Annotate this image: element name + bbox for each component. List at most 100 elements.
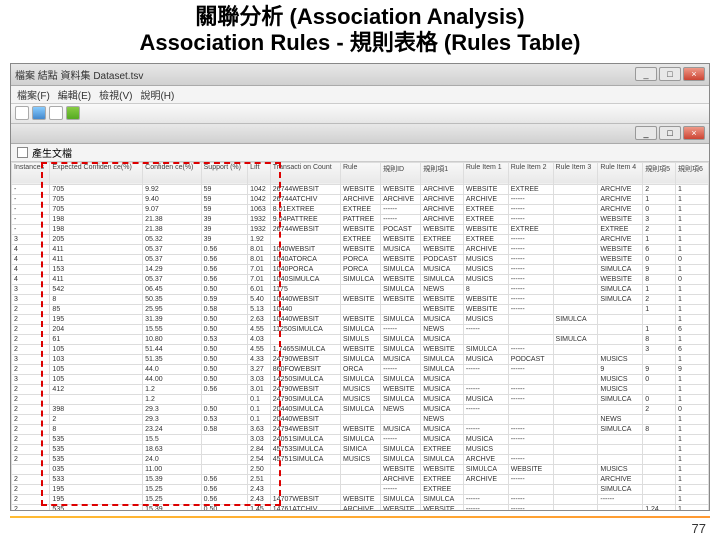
table-row[interactable]: 441105.370.567.011040SIMULCASIMULCAWEBSI… xyxy=(12,274,709,284)
menu-edit[interactable]: 編輯(E) xyxy=(58,87,91,102)
column-header[interactable]: 規則ID xyxy=(381,162,421,184)
tool-icon-1[interactable] xyxy=(15,106,29,120)
table-row[interactable]: 219515.250.562.43------EXTREESIMULCA1 xyxy=(12,484,709,494)
table-cell xyxy=(553,434,598,444)
table-cell: 85 xyxy=(50,304,143,314)
column-header[interactable]: Lift xyxy=(248,162,271,184)
table-row[interactable]: -7059.9259104226744WEBSITWEBSITEWEBSITEA… xyxy=(12,184,709,194)
table-row[interactable]: -7059.075910638.01EXTREEEXTREE------ARCH… xyxy=(12,204,709,214)
table-row[interactable]: 253515.390.501.4514761ATCHIVARCHIVEWEBSI… xyxy=(12,504,709,511)
column-header[interactable]: Transacti on Count xyxy=(270,162,340,184)
table-row[interactable]: 26110.800.534.03SIMULSSIMULCAMUSICASIMUL… xyxy=(12,334,709,344)
table-cell: 035 xyxy=(50,464,143,474)
rules-grid[interactable]: InstancesExpected Confiden ce(%)Confiden… xyxy=(11,162,709,511)
generate-doc-checkbox[interactable] xyxy=(17,147,28,158)
table-row[interactable]: 219531.390.502.6310440WEBSITWEBSITESIMUL… xyxy=(12,314,709,324)
table-row[interactable]: 210551.440.504.551.7465SIMULCAWEBSITESIM… xyxy=(12,344,709,354)
table-row[interactable]: 253315.390.562.51ARCHIVEEXTREEARCHIVE---… xyxy=(12,474,709,484)
table-row[interactable]: 320505.32391.92EXTREEWEBSITEEXTREEEXTREE… xyxy=(12,234,709,244)
table-row[interactable]: 310351.350.504.3324790WEBSITSIMULCAMUSIC… xyxy=(12,354,709,364)
table-row[interactable]: 219515.250.562.4314707WEBSITWEBSITESIMUL… xyxy=(12,494,709,504)
table-row[interactable]: 253518.632.8445753SIMULCASIMICASIMULCAEX… xyxy=(12,444,709,454)
table-row[interactable]: 253524.02.5445751SIMULCAMUSICSSIMULCASIM… xyxy=(12,454,709,464)
table-cell: ------ xyxy=(508,194,553,204)
inner-close-button[interactable]: × xyxy=(683,126,705,140)
table-row[interactable]: 24121.20.563.0124790WEBSITMUSICSWEBSITEM… xyxy=(12,384,709,394)
table-cell: 9 xyxy=(643,264,676,274)
table-cell: EXTREE xyxy=(421,474,464,484)
table-cell: 0.1 xyxy=(248,404,271,414)
table-row[interactable]: 441105.370.568.011040ATORCAPORCAWEBSITEP… xyxy=(12,254,709,264)
tool-icon-3[interactable] xyxy=(49,106,63,120)
column-header[interactable]: Support (%) xyxy=(201,162,248,184)
table-row[interactable]: 239829.30.500.120440SIMULCASIMULCANEWSMU… xyxy=(12,404,709,414)
tool-icon-2[interactable] xyxy=(32,106,46,120)
table-cell: 1 xyxy=(676,384,709,394)
table-row[interactable]: 253515.53.0324051SIMULCASIMULCA------MUS… xyxy=(12,434,709,444)
column-header[interactable]: Rule xyxy=(340,162,380,184)
column-header[interactable]: Expected Confiden ce(%) xyxy=(50,162,143,184)
maximize-button[interactable]: □ xyxy=(659,67,681,81)
table-row[interactable]: 354206.450.506.011175SIMULCANEWS8------S… xyxy=(12,284,709,294)
table-row[interactable]: 03511.002.50WEBSITEWEBSITESIMULCAWEBSITE… xyxy=(12,464,709,474)
tool-icon-4[interactable] xyxy=(66,106,80,120)
table-cell: MUSICA xyxy=(421,424,464,434)
column-header[interactable]: Instances xyxy=(12,162,50,184)
rules-table[interactable]: InstancesExpected Confiden ce(%)Confiden… xyxy=(11,162,709,511)
menu-view[interactable]: 檢視(V) xyxy=(99,87,132,102)
table-cell: - xyxy=(12,224,50,234)
column-header[interactable]: 規則項5 xyxy=(643,162,676,184)
table-row[interactable]: 3850.350.595.4010440WEBSITWEBSITEWEBSITE… xyxy=(12,294,709,304)
menu-help[interactable]: 說明(H) xyxy=(140,87,174,102)
table-cell: 59 xyxy=(201,184,248,194)
generate-doc-label: 產生文檔 xyxy=(32,145,72,160)
table-cell: 3.63 xyxy=(248,424,271,434)
table-cell: 1 xyxy=(676,444,709,454)
table-row[interactable]: 21.20.124790SIMULCAMUSICSSIMULCAMUSICAMU… xyxy=(12,394,709,404)
table-cell: 204 xyxy=(50,324,143,334)
table-row[interactable]: -7059.4059104226744ATCHIVARCHIVEARCHIVEA… xyxy=(12,194,709,204)
column-header[interactable]: Confiden ce(%) xyxy=(143,162,202,184)
table-cell: 14707WEBSIT xyxy=(270,494,340,504)
table-row[interactable]: 2823.240.583.6324794WEBSITWEBSITEMUSICAM… xyxy=(12,424,709,434)
table-row[interactable]: 310544.000.503.0314250SIMULCASIMULCASIMU… xyxy=(12,374,709,384)
table-row[interactable]: 2229.30.530.120440WEBSITNEWSNEWS1 xyxy=(12,414,709,424)
table-cell: 1 xyxy=(676,374,709,384)
table-cell xyxy=(553,304,598,314)
column-header[interactable]: Rule Item 3 xyxy=(553,162,598,184)
table-cell xyxy=(553,214,598,224)
table-cell: 1 xyxy=(676,184,709,194)
footer-accent-line xyxy=(10,516,710,518)
inner-minimize-button[interactable]: _ xyxy=(635,126,657,140)
table-cell: 3.01 xyxy=(248,384,271,394)
table-row[interactable]: 210544.00.503.27860FOWEBSITORCA------SIM… xyxy=(12,364,709,374)
table-cell: 1.2 xyxy=(143,384,202,394)
column-header[interactable]: Rule Item 4 xyxy=(598,162,643,184)
column-header[interactable]: 規則項1 xyxy=(421,162,464,184)
table-row[interactable]: 415314.290.567.011040PORCAPORCASIMULCAMU… xyxy=(12,264,709,274)
inner-maximize-button[interactable]: □ xyxy=(659,126,681,140)
table-cell: 0.50 xyxy=(201,404,248,414)
table-cell: 411 xyxy=(50,244,143,254)
column-header[interactable]: Rule Item 1 xyxy=(463,162,508,184)
table-row[interactable]: 220415.550.504.5511250SIMULCASIMULCA----… xyxy=(12,324,709,334)
table-cell xyxy=(598,404,643,414)
table-cell: ------ xyxy=(381,434,421,444)
table-row[interactable]: 441105.370.568.011040WEBSITWEBSITEMUSICA… xyxy=(12,244,709,254)
menu-file[interactable]: 檔案(F) xyxy=(17,87,50,102)
table-row[interactable]: -19821.383919329.04PATTREEPATTREE------A… xyxy=(12,214,709,224)
table-cell: ------ xyxy=(508,204,553,214)
table-row[interactable]: -19821.3839193226744WEBSITWEBSITEPOCASTW… xyxy=(12,224,709,234)
table-cell: 1932 xyxy=(248,224,271,234)
table-cell: 4.33 xyxy=(248,354,271,364)
minimize-button[interactable]: _ xyxy=(635,67,657,81)
table-cell xyxy=(553,294,598,304)
table-row[interactable]: 28525.950.585.1310440WEBSITEWEBSITE-----… xyxy=(12,304,709,314)
table-cell: 39 xyxy=(201,224,248,234)
column-header[interactable]: Rule Item 2 xyxy=(508,162,553,184)
close-button[interactable]: × xyxy=(683,67,705,81)
table-cell: MUSICA xyxy=(421,394,464,404)
table-cell: WEBSITE xyxy=(598,244,643,254)
window-titlebar[interactable]: 檔案 結點 資料集 Dataset.tsv _ □ × xyxy=(11,64,709,86)
column-header[interactable]: 規則項6 xyxy=(676,162,709,184)
